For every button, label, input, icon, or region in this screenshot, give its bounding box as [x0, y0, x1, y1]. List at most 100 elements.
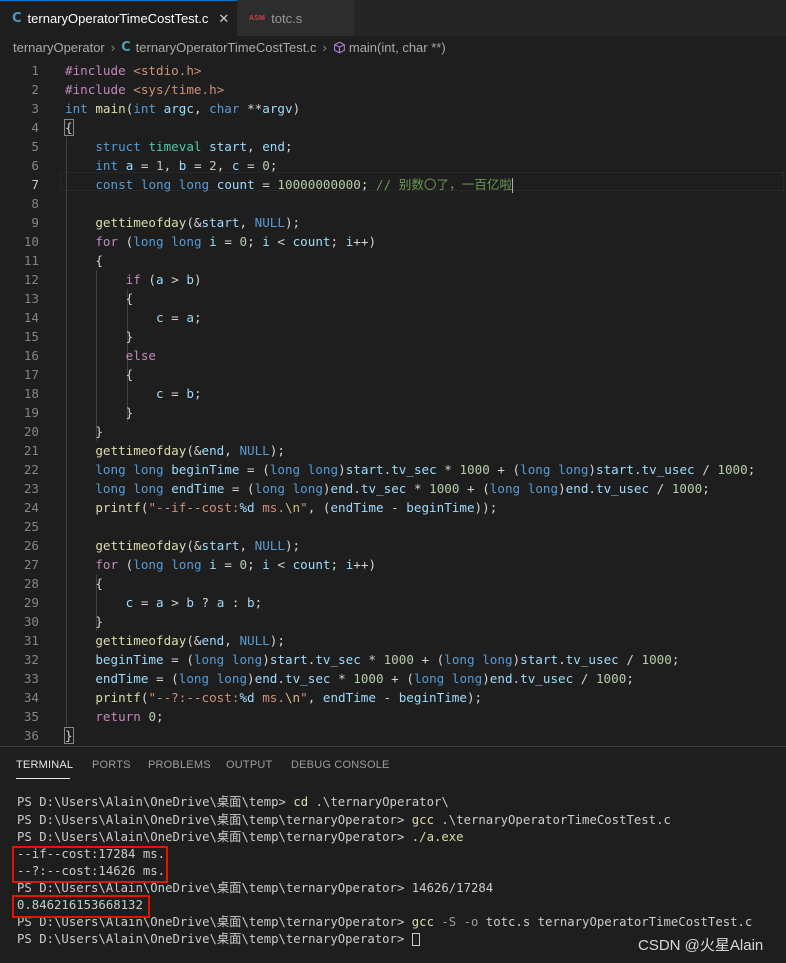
- code-text: for (long long i = 0; i < count; i++): [95, 234, 377, 249]
- code-line: 25: [0, 517, 786, 536]
- line-number: 13: [23, 291, 39, 306]
- line-number: 6: [31, 158, 39, 173]
- code-line: 27 for (long long i = 0; i < count; i++): [0, 555, 786, 574]
- line-number: 34: [23, 690, 39, 705]
- code-text: }: [65, 614, 103, 629]
- code-line: 11 {: [0, 251, 786, 270]
- code-line: 15 }: [0, 327, 786, 346]
- tab-ternary-c[interactable]: C ternaryOperatorTimeCostTest.c ✕: [0, 0, 237, 36]
- code-line: 29 c = a > b ? a : b;: [0, 593, 786, 612]
- code-line: 35 return 0;: [0, 707, 786, 726]
- close-icon[interactable]: ✕: [218, 11, 229, 27]
- code-text: gettimeofday(&start, NULL);: [95, 215, 301, 230]
- code-text: int main(int argc, char **argv): [65, 101, 301, 116]
- line-number: 1: [31, 63, 39, 78]
- terminal-command: ./a.exe: [411, 830, 464, 844]
- method-cube-icon: [333, 41, 345, 53]
- chevron-right-icon: ›: [322, 39, 327, 55]
- code-text: c = a > b ? a : b;: [125, 595, 263, 610]
- code-text: c = b;: [156, 386, 202, 401]
- code-line: 32 beginTime = (long long)start.tv_sec *…: [0, 650, 786, 669]
- tab-problems[interactable]: PROBLEMS: [148, 759, 211, 771]
- terminal-args: .\ternaryOperator\: [308, 795, 449, 809]
- code-text: return 0;: [95, 709, 164, 724]
- line-number: 17: [23, 367, 39, 382]
- line-number: 27: [23, 557, 39, 572]
- terminal-line: PS D:\Users\Alain\OneDrive\桌面\temp\terna…: [17, 812, 671, 829]
- code-text: struct timeval start, end;: [95, 139, 293, 154]
- line-number: 2: [31, 82, 39, 97]
- code-line: 3 int main(int argc, char **argv): [0, 99, 786, 118]
- line-number: 9: [31, 215, 39, 230]
- breadcrumb-folder[interactable]: ternaryOperator: [13, 40, 105, 55]
- code-line: 19 }: [0, 403, 786, 422]
- terminal-args: 14626/17284: [411, 881, 494, 895]
- breadcrumb: ternaryOperator › C ternaryOperatorTimeC…: [0, 36, 786, 58]
- code-text: }: [65, 424, 103, 439]
- terminal-command: gcc: [411, 813, 434, 827]
- tab-ports[interactable]: PORTS: [92, 759, 131, 771]
- line-number: 21: [23, 443, 39, 458]
- line-number: 19: [23, 405, 39, 420]
- line-number: 31: [23, 633, 39, 648]
- tab-terminal[interactable]: TERMINAL: [16, 759, 73, 771]
- code-line: 14 c = a;: [0, 308, 786, 327]
- code-text: gettimeofday(&end, NULL);: [95, 443, 285, 458]
- code-line: 31 gettimeofday(&end, NULL);: [0, 631, 786, 650]
- code-text: {: [64, 118, 74, 137]
- code-text: const long long count = 10000000000; // …: [95, 177, 514, 193]
- c-file-icon: C: [12, 11, 22, 26]
- terminal-flags: -S -o: [433, 915, 479, 929]
- line-number: 35: [23, 709, 39, 724]
- terminal-prompt: PS D:\Users\Alain\OneDrive\桌面\temp\terna…: [17, 881, 412, 895]
- asm-file-icon: ASM: [249, 14, 266, 22]
- code-text: long long endTime = (long long)end.tv_se…: [95, 481, 710, 496]
- code-line: 6 int a = 1, b = 2, c = 0;: [0, 156, 786, 175]
- code-line: 16 else: [0, 346, 786, 365]
- code-line: 7 const long long count = 10000000000; /…: [0, 175, 786, 194]
- watermark: CSDN @火星Alain: [638, 937, 764, 954]
- tab-label: totc.s: [271, 10, 303, 26]
- line-number: 20: [23, 424, 39, 439]
- active-tab-underline: [16, 778, 70, 779]
- line-number: 24: [23, 500, 39, 515]
- code-text: printf("--if--cost:%d ms.\n", (endTime -…: [95, 500, 498, 515]
- code-text: for (long long i = 0; i < count; i++): [95, 557, 377, 572]
- breadcrumb-symbol[interactable]: main(int, char **): [349, 40, 446, 55]
- code-line: 28 {: [0, 574, 786, 593]
- code-text: int a = 1, b = 2, c = 0;: [95, 158, 278, 173]
- code-line: 26 gettimeofday(&start, NULL);: [0, 536, 786, 555]
- code-text: else: [125, 348, 157, 363]
- breadcrumb-file[interactable]: ternaryOperatorTimeCostTest.c: [136, 40, 317, 55]
- text-cursor: [512, 178, 514, 193]
- code-text: }: [65, 329, 134, 344]
- code-line: 36}: [0, 726, 786, 745]
- tab-debug-console[interactable]: DEBUG CONSOLE: [291, 759, 390, 771]
- terminal-prompt: PS D:\Users\Alain\OneDrive\桌面\temp\terna…: [17, 830, 412, 844]
- line-number: 26: [23, 538, 39, 553]
- editor-tab-bar: C ternaryOperatorTimeCostTest.c ✕ ASM to…: [0, 0, 786, 36]
- code-text: c = a;: [156, 310, 202, 325]
- terminal-line: PS D:\Users\Alain\OneDrive\桌面\temp> cd .…: [17, 794, 449, 811]
- terminal-cursor: [411, 933, 420, 946]
- terminal-command: cd: [293, 795, 309, 809]
- code-line: 33 endTime = (long long)end.tv_sec * 100…: [0, 669, 786, 688]
- tab-output[interactable]: OUTPUT: [226, 759, 272, 771]
- tab-totc-s[interactable]: ASM totc.s: [237, 0, 355, 36]
- line-number: 32: [23, 652, 39, 667]
- code-text: }: [64, 726, 74, 745]
- code-text: {: [65, 576, 103, 591]
- code-line: 17 {: [0, 365, 786, 384]
- line-number: 14: [23, 310, 39, 325]
- code-text: long long beginTime = (long long)start.t…: [95, 462, 756, 477]
- highlight-box-ratio: [12, 895, 150, 918]
- code-editor[interactable]: 1 #include <stdio.h> 2 #include <sys/time.h…: [0, 58, 786, 746]
- code-line: 23 long long endTime = (long long)end.tv…: [0, 479, 786, 498]
- chevron-right-icon: ›: [110, 39, 116, 55]
- terminal-line: PS D:\Users\Alain\OneDrive\桌面\temp\terna…: [17, 829, 464, 846]
- line-number: 10: [23, 234, 39, 249]
- line-number: 11: [23, 253, 39, 268]
- code-text: {: [65, 253, 103, 268]
- code-line: 1 #include <stdio.h>: [0, 61, 786, 80]
- line-number: 15: [23, 329, 39, 344]
